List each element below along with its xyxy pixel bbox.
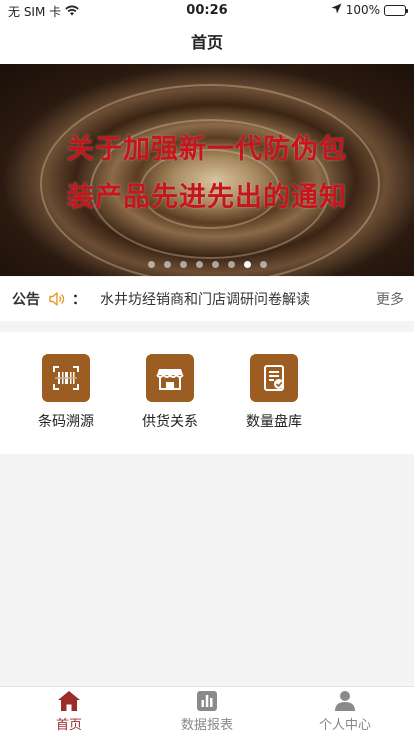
nav-bar: 首页	[0, 22, 414, 64]
tab-label: 数据报表	[180, 718, 233, 733]
notice-colon: ：	[72, 292, 86, 308]
page-title: 首页	[190, 33, 223, 52]
banner-headline-line1: 关于加强新一代防伪包	[67, 134, 347, 165]
bar-chart-icon	[197, 691, 217, 711]
carousel-dot[interactable]	[163, 261, 171, 268]
banner-carousel[interactable]: 关于加强新一代防伪包 装产品先进先出的通知	[0, 64, 414, 276]
banner-headline-line2: 装产品先进先出的通知	[67, 182, 347, 213]
feature-label: 条码溯源	[38, 414, 94, 430]
carousel-dot[interactable]	[147, 261, 155, 268]
feature-grid: 条码溯源 供货关系 数量盘库	[0, 332, 414, 454]
banner-headline: 关于加强新一代防伪包 装产品先进先出的通知	[0, 126, 414, 222]
feature-barcode-trace[interactable]: 条码溯源	[14, 354, 118, 454]
notice-bar[interactable]: 公告 ： 水井坊经销商和门店调研问卷解读 更多	[0, 277, 414, 321]
feature-inventory-count[interactable]: 数量盘库	[222, 354, 326, 454]
notice-more-link[interactable]: 更多	[376, 289, 404, 309]
inventory-check-icon	[250, 354, 298, 402]
tab-label: 个人中心	[318, 718, 371, 733]
notice-label: 公告	[12, 292, 40, 308]
feature-label: 供货关系	[142, 414, 198, 430]
carousel-indicator	[0, 261, 414, 268]
feature-label: 数量盘库	[246, 414, 302, 430]
tab-label: 首页	[55, 718, 82, 733]
speaker-icon	[48, 290, 66, 308]
carousel-dot[interactable]	[211, 261, 219, 268]
status-bar: 无 SIM 卡 00:26 100%	[0, 0, 414, 22]
home-icon	[58, 691, 80, 711]
location-icon	[331, 3, 342, 17]
battery-percent: 100%	[345, 3, 380, 17]
store-icon	[146, 354, 194, 402]
carousel-dot[interactable]	[259, 261, 267, 268]
notice-text[interactable]: 水井坊经销商和门店调研问卷解读	[100, 289, 376, 309]
battery-icon	[384, 4, 408, 16]
carousel-dot[interactable]	[179, 261, 187, 268]
carousel-dot[interactable]	[243, 261, 251, 268]
carousel-dot[interactable]	[227, 261, 235, 268]
carousel-dot[interactable]	[195, 261, 203, 268]
barcode-scan-icon	[42, 354, 90, 402]
tab-data-report[interactable]: 数据报表	[138, 687, 276, 736]
feature-supply-relation[interactable]: 供货关系	[118, 354, 222, 454]
tab-personal-center[interactable]: 个人中心	[276, 687, 414, 736]
user-icon	[335, 691, 355, 711]
tab-home[interactable]: 首页	[0, 687, 138, 736]
tab-bar: 首页 数据报表 个人中心	[0, 686, 414, 736]
